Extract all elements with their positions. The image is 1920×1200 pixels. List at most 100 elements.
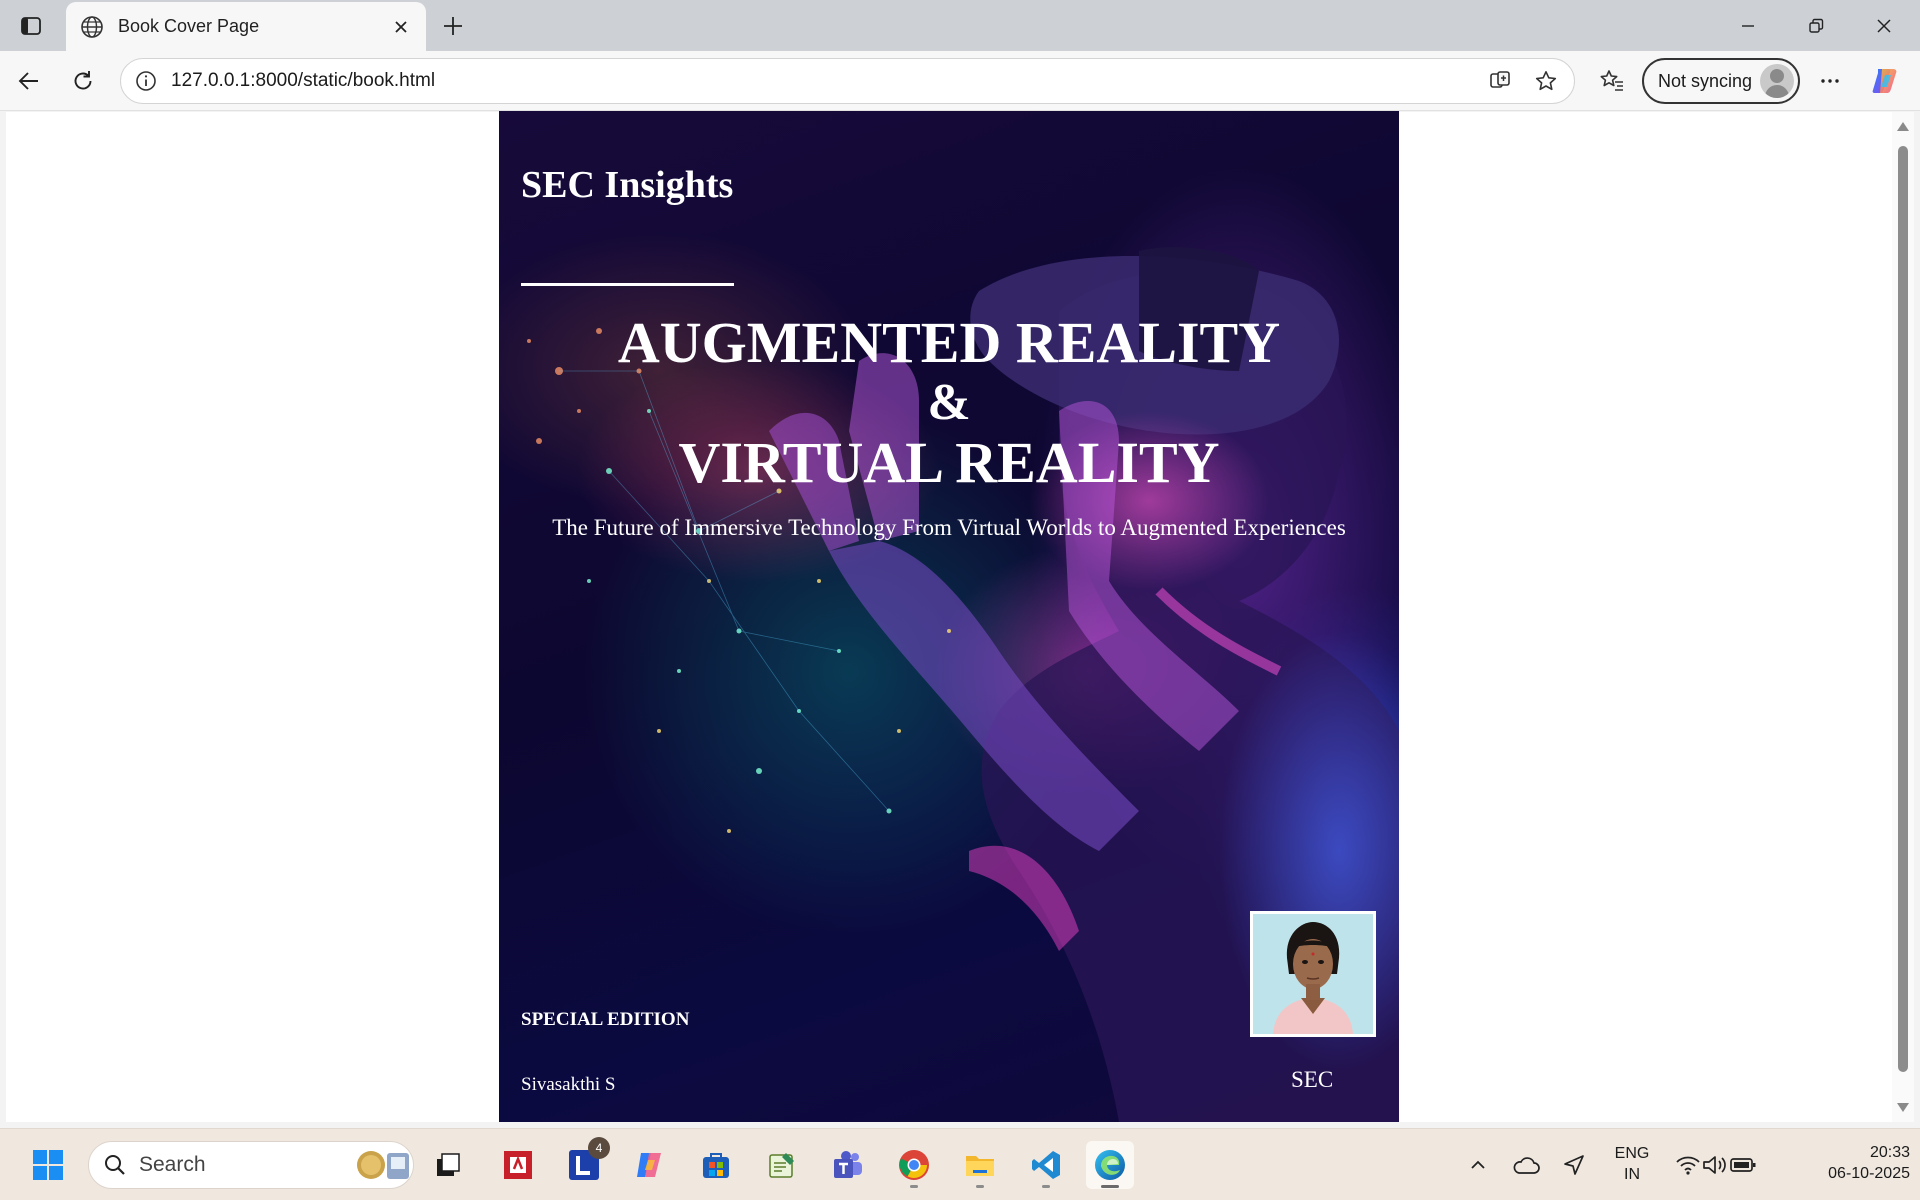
author-name: Sivasakthi S	[521, 1074, 616, 1095]
clock[interactable]: 20:33 06-10-2025	[1786, 1142, 1910, 1184]
copilot-icon	[637, 1153, 661, 1177]
author-photo	[1250, 911, 1376, 1037]
language-code: ENG	[1614, 1145, 1650, 1162]
start-button[interactable]	[24, 1141, 72, 1189]
language-indicator[interactable]: ENG IN	[1600, 1143, 1664, 1185]
folder-icon	[966, 1156, 994, 1176]
book-cover: SEC Insights AUGMENTED REALITY & VIRTUAL…	[499, 111, 1399, 1122]
taskbar-app-red[interactable]	[494, 1141, 542, 1189]
onedrive-button[interactable]	[1502, 1141, 1550, 1189]
sync-status-label: Not syncing	[1658, 70, 1753, 91]
organization-label: SEC	[1291, 1067, 1334, 1092]
url-text[interactable]: 127.0.0.1:8000/static/book.html	[171, 70, 1482, 92]
clock-time: 20:33	[1869, 1144, 1910, 1161]
star-icon	[1535, 71, 1557, 91]
vertical-scrollbar[interactable]	[1892, 112, 1914, 1122]
plus-icon	[444, 17, 462, 35]
taskbar-notepad[interactable]	[758, 1141, 806, 1189]
running-indicator	[1101, 1185, 1119, 1188]
task-view-button[interactable]	[424, 1141, 472, 1189]
store-icon	[703, 1153, 729, 1178]
vscode-icon	[1032, 1151, 1060, 1179]
profile-sync-button[interactable]: Not syncing	[1642, 58, 1800, 104]
clock-date: 06-10-2025	[1828, 1165, 1910, 1182]
info-icon[interactable]	[135, 70, 157, 92]
search-highlight-medal-icon	[357, 1151, 409, 1179]
minimize-icon	[1742, 24, 1754, 27]
settings-more-button[interactable]	[1811, 62, 1849, 100]
globe-icon	[81, 15, 103, 38]
tab-book-cover[interactable]: Book Cover Page	[66, 2, 426, 51]
taskbar-edge[interactable]	[1086, 1141, 1134, 1189]
back-button[interactable]	[10, 62, 48, 100]
tab-actions-icon	[21, 17, 41, 35]
taskbar-chrome[interactable]	[890, 1141, 938, 1189]
edition-label: SPECIAL EDITION	[521, 1009, 690, 1030]
tab-title: Book Cover Page	[118, 16, 260, 36]
running-indicator	[976, 1185, 984, 1188]
wifi-icon	[1676, 1156, 1700, 1175]
title-bar: Book Cover Page	[0, 0, 1920, 51]
favorites-button[interactable]	[1593, 62, 1631, 100]
notepad-icon	[769, 1153, 794, 1178]
minimize-button[interactable]	[1714, 0, 1782, 51]
close-icon	[395, 20, 407, 33]
restore-icon	[1809, 18, 1824, 33]
show-hidden-icons-button[interactable]	[1454, 1141, 1502, 1189]
taskbar-app-lexi[interactable]: 4	[560, 1137, 610, 1189]
close-window-button[interactable]	[1850, 0, 1918, 51]
windows-logo-icon	[33, 1150, 63, 1180]
taskbar-vscode[interactable]	[1022, 1141, 1070, 1189]
chevron-up-icon	[1471, 1160, 1485, 1169]
edge-icon	[1095, 1150, 1125, 1180]
arrow-left-icon	[18, 72, 38, 90]
refresh-button[interactable]	[64, 62, 102, 100]
read-aloud-button[interactable]	[1482, 63, 1518, 99]
task-view-icon	[437, 1153, 460, 1176]
location-arrow-icon	[1564, 1155, 1584, 1175]
tab-actions-button[interactable]	[14, 11, 48, 41]
red-app-icon	[504, 1151, 532, 1179]
brand-divider	[521, 283, 734, 286]
more-dots-icon	[1821, 79, 1839, 83]
scroll-down-arrow-icon[interactable]	[1897, 1103, 1909, 1112]
chrome-icon	[899, 1150, 929, 1180]
scroll-up-arrow-icon[interactable]	[1897, 122, 1909, 131]
notification-badge: 4	[588, 1137, 610, 1159]
search-icon	[105, 1155, 125, 1175]
taskbar-copilot[interactable]	[626, 1141, 674, 1189]
running-indicator	[1042, 1185, 1050, 1188]
book-title: AUGMENTED REALITY & VIRTUAL REALITY	[499, 313, 1399, 493]
taskbar: Search 4 ENG IN 20:33 06-10-2025	[0, 1128, 1920, 1200]
quick-settings-button[interactable]	[1664, 1141, 1768, 1189]
browser-toolbar: 127.0.0.1:8000/static/book.html Not sync…	[0, 51, 1920, 111]
author-portrait-image	[1253, 914, 1373, 1034]
region-code: IN	[1624, 1166, 1640, 1183]
close-icon	[1877, 18, 1891, 33]
favorite-button[interactable]	[1528, 63, 1564, 99]
search-label: Search	[139, 1153, 206, 1176]
taskbar-teams[interactable]	[824, 1141, 872, 1189]
restore-button[interactable]	[1782, 0, 1850, 51]
running-indicator	[910, 1185, 918, 1188]
address-bar[interactable]: 127.0.0.1:8000/static/book.html	[120, 58, 1575, 104]
title-line-2: &	[927, 374, 971, 431]
taskbar-store[interactable]	[692, 1141, 740, 1189]
teams-icon	[834, 1151, 862, 1178]
title-line-1: AUGMENTED REALITY	[617, 310, 1281, 375]
battery-icon	[1730, 1158, 1756, 1172]
new-tab-button[interactable]	[436, 9, 470, 43]
profile-avatar-icon	[1760, 64, 1794, 98]
refresh-icon	[74, 71, 92, 90]
tab-close-button[interactable]	[390, 16, 412, 38]
volume-icon	[1703, 1156, 1726, 1174]
taskbar-file-explorer[interactable]	[956, 1141, 1004, 1189]
taskbar-search-box[interactable]: Search	[88, 1141, 414, 1189]
scroll-thumb[interactable]	[1898, 146, 1908, 1072]
cloud-icon	[1513, 1157, 1540, 1174]
brand-title: SEC Insights	[521, 164, 734, 206]
copilot-button[interactable]	[1866, 62, 1904, 100]
location-button[interactable]	[1550, 1141, 1598, 1189]
book-subtitle: The Future of Immersive Technology From …	[552, 515, 1346, 540]
favorites-star-list-icon	[1600, 70, 1623, 91]
